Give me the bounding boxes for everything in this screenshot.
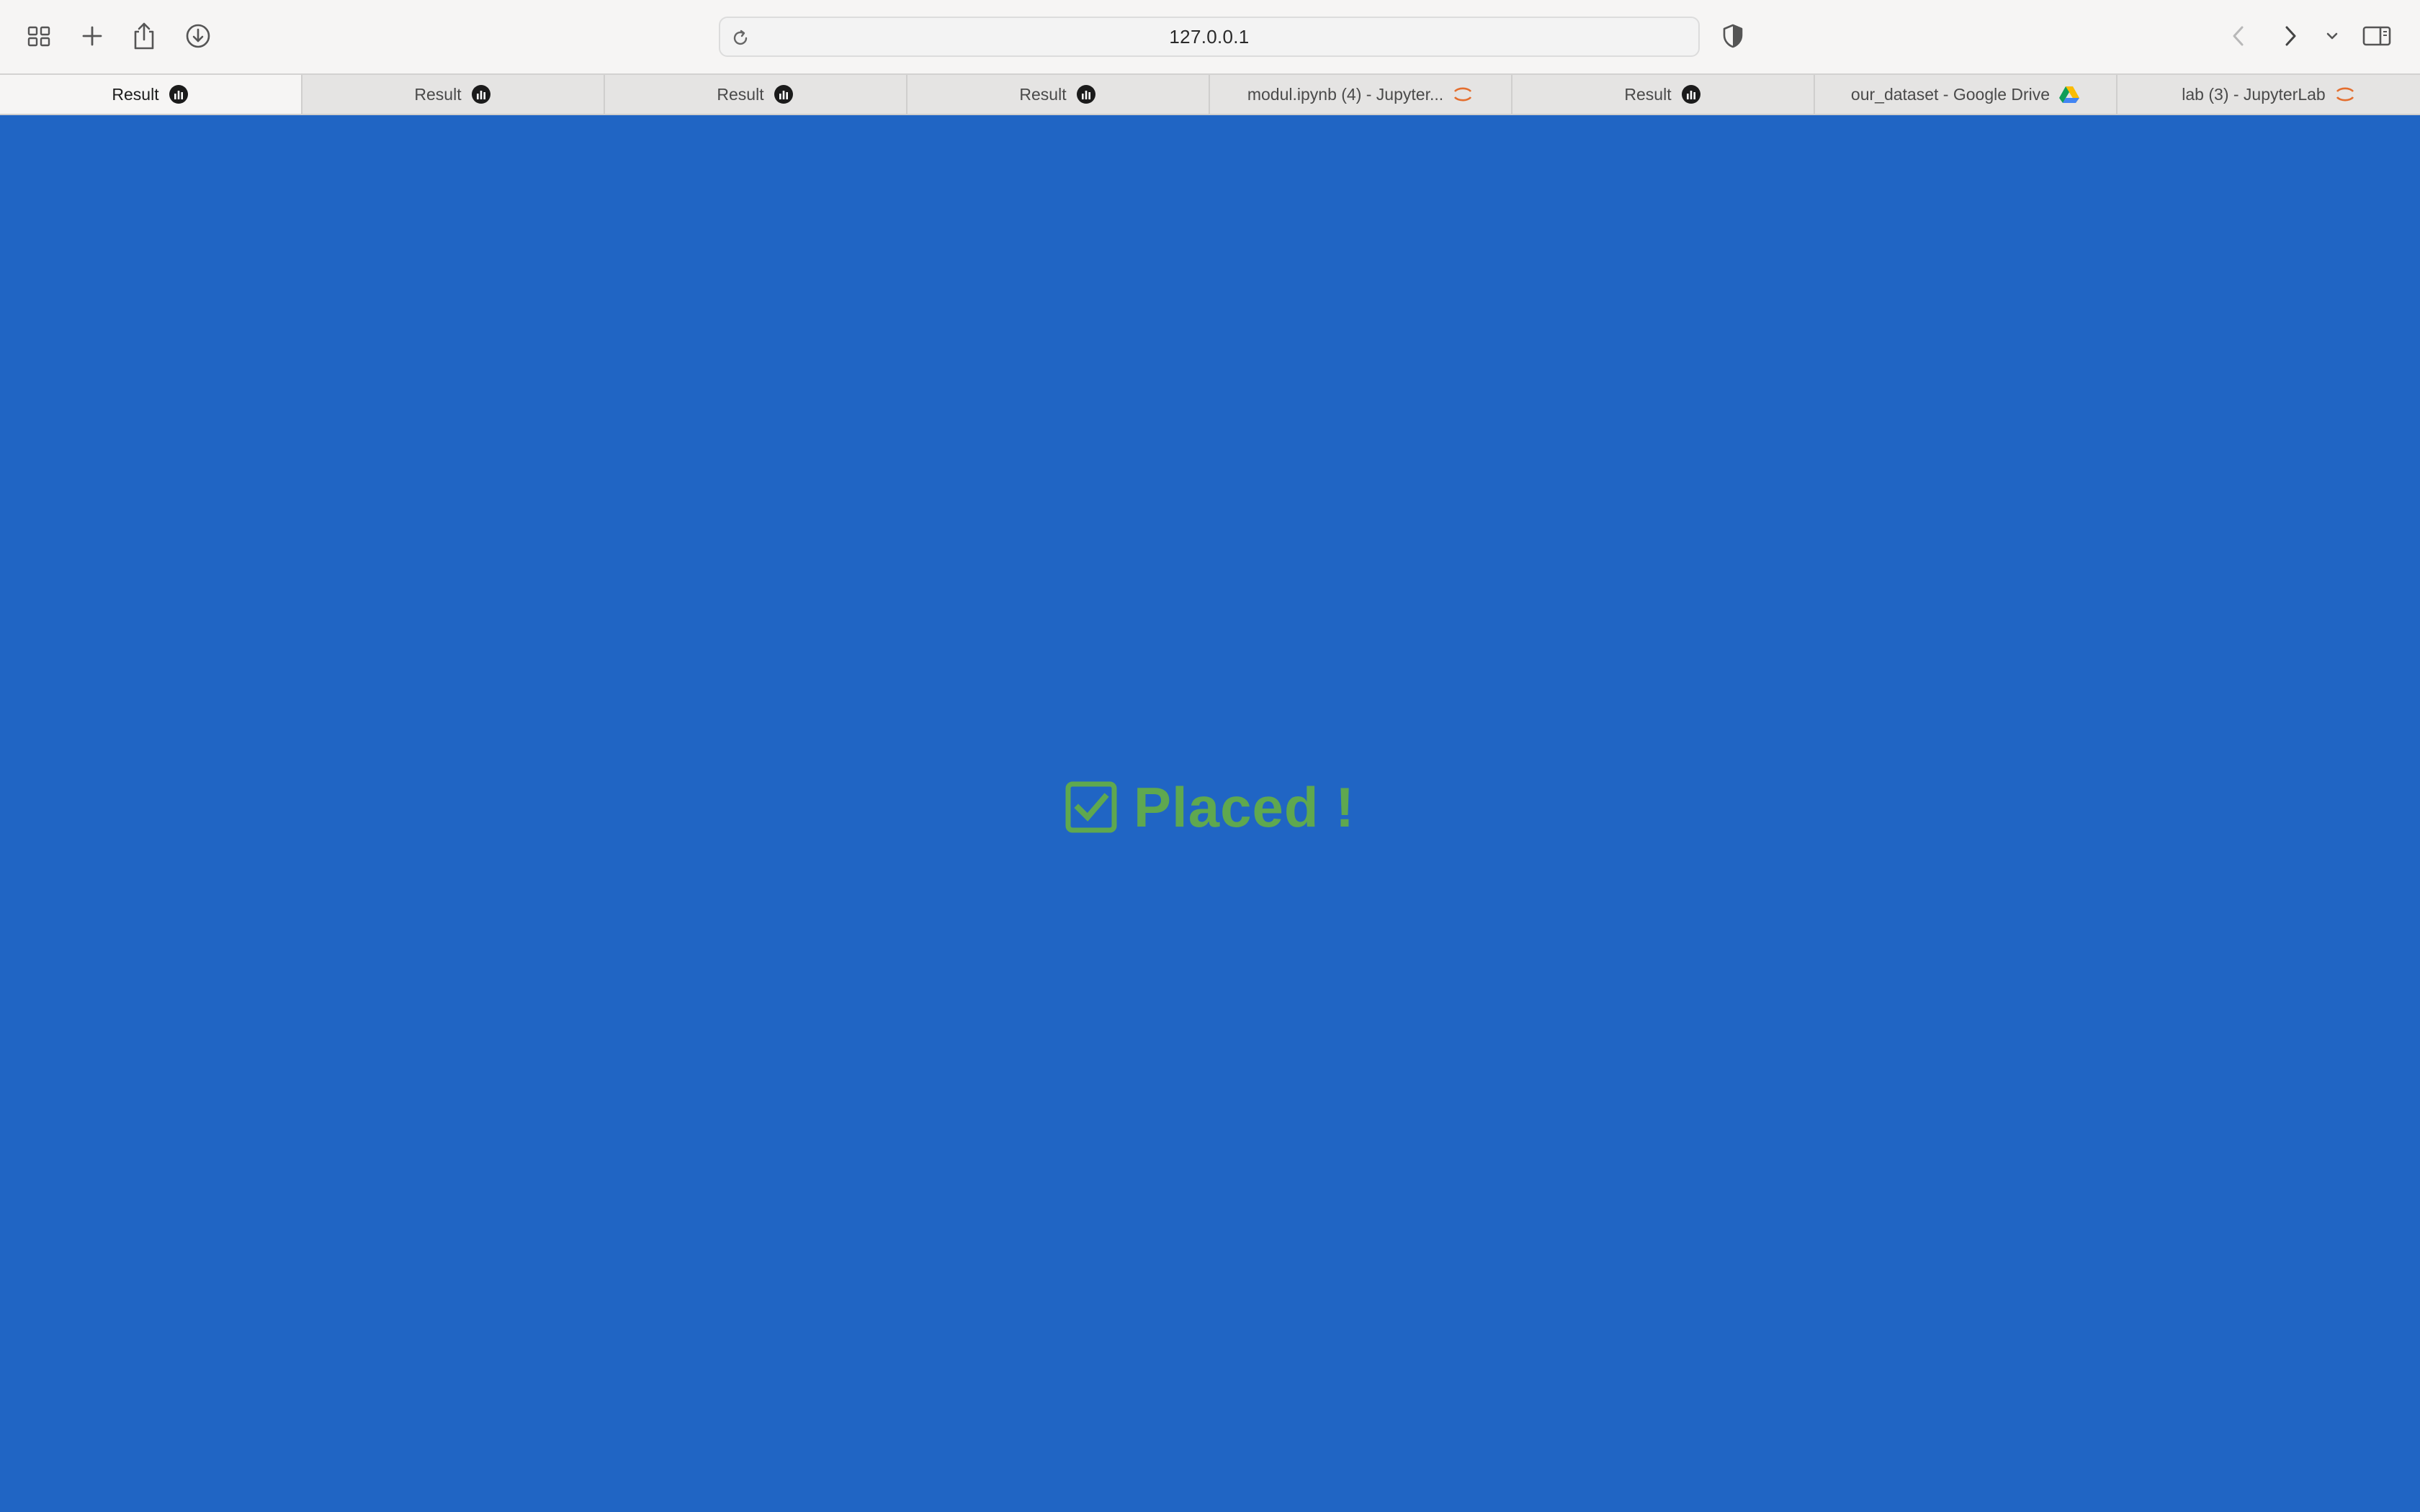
browser-tab[interactable]: lab (3) - JupyterLab [2118,75,2420,114]
tab-overview-button[interactable] [19,16,59,56]
browser-tab[interactable]: Result [302,75,605,114]
result-chart-icon [168,84,189,105]
download-icon [186,24,210,48]
sidebar-toggle-button[interactable] [2357,16,2397,56]
browser-toolbar: 127.0.0.1 [0,0,2420,73]
status-text: Placed ! [1134,775,1355,839]
chevron-left-icon [2233,26,2244,46]
browser-tab[interactable]: our_dataset - Google Drive [1815,75,2118,114]
google-drive-icon [2058,84,2080,105]
reload-icon[interactable] [727,25,753,51]
jupyter-icon [2334,84,2356,105]
tab-label: Result [717,84,764,104]
browser-tab[interactable]: Result [908,75,1210,114]
back-button[interactable] [2218,16,2259,56]
tab-label: modul.ipynb (4) - Jupyter... [1247,84,1444,104]
result-chart-icon [773,84,794,105]
browser-tab[interactable]: Result [605,75,908,114]
grid-icon [27,26,50,47]
browser-tab[interactable]: Result [1512,75,1815,114]
browser-tab[interactable]: modul.ipynb (4) - Jupyter... [1210,75,1512,114]
forward-button[interactable] [2270,16,2311,56]
result-chart-icon [1680,84,1702,105]
new-tab-button[interactable] [72,16,112,56]
address-bar[interactable]: 127.0.0.1 [719,17,1700,57]
tab-label: our_dataset - Google Drive [1850,84,2051,104]
history-dropdown-button[interactable] [2316,16,2348,56]
jupyter-icon [1452,84,1474,105]
result-chart-icon [1075,84,1097,105]
chevron-right-icon [2285,26,2296,46]
status-message: Placed ! [1065,775,1355,840]
tab-label: lab (3) - JupyterLab [2182,84,2326,104]
tab-label: Result [1019,84,1067,104]
url-text: 127.0.0.1 [1169,25,1250,48]
sidebar-icon [2362,26,2391,46]
result-chart-icon [470,84,492,105]
browser-tab[interactable]: Result [0,75,302,114]
share-icon [134,22,154,50]
privacy-report-button[interactable] [1713,16,1753,56]
chevron-down-icon [2326,32,2338,40]
downloads-button[interactable] [178,16,218,56]
tab-label: Result [414,84,462,104]
checkbox-checked-icon [1065,780,1118,834]
shield-icon [1723,24,1743,48]
plus-icon [82,26,102,46]
tab-label: Result [1624,84,1672,104]
share-button[interactable] [124,16,164,56]
tab-label: Result [112,84,159,104]
tab-bar: Result Result Result Result modul.ipynb … [0,73,2420,115]
